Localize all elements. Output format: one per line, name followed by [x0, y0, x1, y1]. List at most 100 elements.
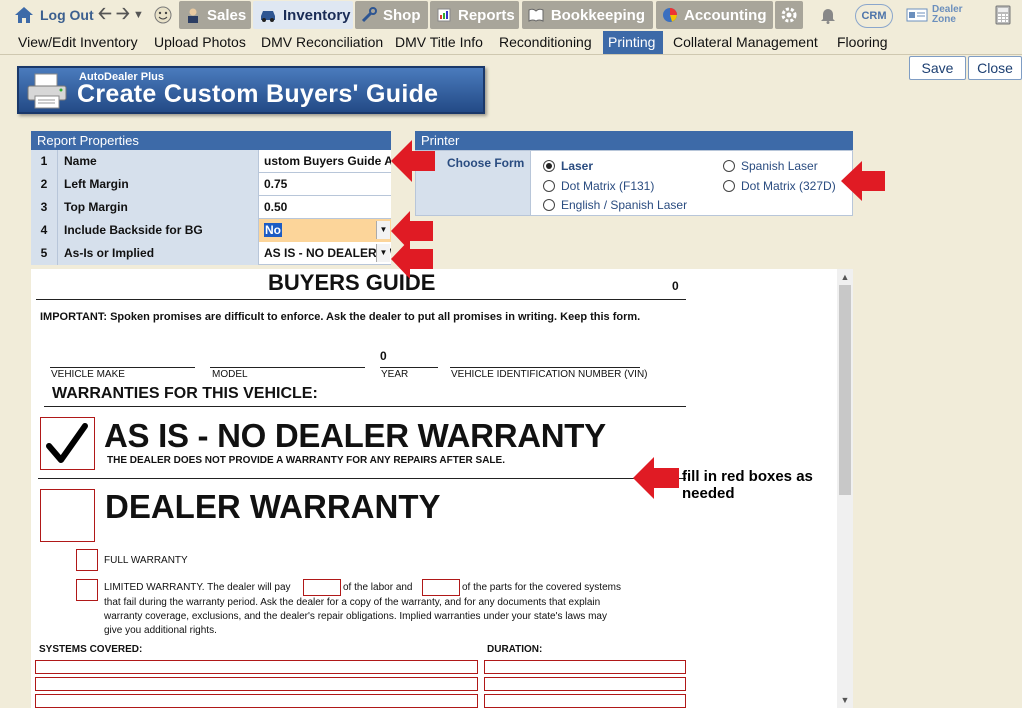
subnav-flooring[interactable]: Flooring — [832, 31, 893, 54]
subnav-collateral-management[interactable]: Collateral Management — [668, 31, 823, 54]
close-button[interactable]: Close — [968, 56, 1022, 80]
left-margin-input[interactable]: 0.75 — [259, 173, 391, 196]
duration-input[interactable] — [484, 694, 686, 708]
checkmark-icon — [46, 423, 88, 463]
as-is-checkbox[interactable] — [40, 417, 95, 470]
tab-accounting[interactable]: Accounting — [656, 1, 773, 29]
prop-row-top-margin: 3 Top Margin 0.50 — [31, 196, 391, 219]
subnav-dmv-title-info[interactable]: DMV Title Info — [390, 31, 488, 54]
selected-value: No — [264, 223, 282, 237]
labor-percent-input[interactable] — [303, 579, 341, 596]
subnav-reconditioning[interactable]: Reconditioning — [494, 31, 597, 54]
radio-dot-matrix-f131[interactable]: Dot Matrix (F131) — [543, 179, 654, 193]
bell-icon[interactable] — [815, 2, 841, 28]
dealer-zone-link[interactable]: Dealer Zone — [906, 2, 963, 28]
wrench-icon — [361, 7, 377, 23]
systems-covered-input[interactable] — [35, 677, 478, 691]
tab-sales-label: Sales — [207, 6, 247, 24]
red-arrow-icon — [841, 161, 885, 201]
prop-row-left-margin: 2 Left Margin 0.75 — [31, 173, 391, 196]
preview-scrollbar[interactable]: ▲ ▼ — [837, 269, 853, 708]
limited-warranty-text-3: of the parts for the covered systems — [462, 582, 621, 593]
tab-bookkeeping[interactable]: Bookkeeping — [522, 1, 653, 29]
annotation-note: fill in red boxes as needed — [682, 468, 813, 502]
limited-warranty-checkbox[interactable] — [76, 579, 98, 601]
printer-panel: Choose Form Laser Dot Matrix (F131) Engl… — [415, 150, 853, 216]
inventory-sub-nav: View/Edit Inventory Upload Photos DMV Re… — [0, 31, 1022, 55]
report-icon — [436, 7, 452, 23]
tab-reports[interactable]: Reports — [430, 1, 519, 29]
tab-inventory-label: Inventory — [283, 6, 351, 24]
important-notice: IMPORTANT: Spoken promises are difficult… — [40, 311, 641, 323]
chevron-down-icon[interactable]: ▼ — [376, 244, 390, 262]
name-input[interactable]: ustom Buyers Guide As-Is — [259, 150, 391, 173]
row-number: 4 — [31, 219, 58, 242]
prop-label-name: Name — [58, 150, 259, 173]
model-line — [210, 367, 365, 368]
radio-label: Spanish Laser — [741, 159, 818, 173]
prop-label-include-backside: Include Backside for BG — [58, 219, 259, 242]
limited-warranty-text-6: give you additional rights. — [104, 625, 217, 636]
tab-sales[interactable]: Sales — [179, 1, 251, 29]
crm-button[interactable]: CRM — [855, 4, 893, 28]
systems-covered-label: SYSTEMS COVERED: — [39, 644, 143, 655]
tab-reports-label: Reports — [458, 6, 515, 24]
radio-dot-matrix-327d[interactable]: Dot Matrix (327D) — [723, 179, 836, 193]
row-number: 1 — [31, 150, 58, 173]
calculator-icon[interactable] — [990, 2, 1016, 28]
red-arrow-icon — [391, 239, 433, 279]
limited-warranty-text-5: warranty coverage, exclusions, and the d… — [104, 611, 607, 622]
chevron-down-icon[interactable]: ▼ — [376, 221, 390, 239]
page-title: Create Custom Buyers' Guide — [77, 80, 439, 108]
radio-dot — [543, 199, 555, 211]
full-warranty-checkbox[interactable] — [76, 549, 98, 571]
top-margin-input[interactable]: 0.50 — [259, 196, 391, 219]
systems-covered-input[interactable] — [35, 660, 478, 674]
limited-warranty-text-4: that fail during the warranty period. As… — [104, 597, 601, 608]
duration-input[interactable] — [484, 677, 686, 691]
red-arrow-icon — [633, 457, 679, 499]
tab-bookkeeping-label: Bookkeeping — [550, 6, 645, 24]
book-icon — [528, 7, 545, 23]
parts-percent-input[interactable] — [422, 579, 460, 596]
include-backside-select[interactable]: No ▼ — [259, 219, 391, 242]
history-dropdown-icon[interactable]: ▼ — [133, 2, 144, 28]
as-is-or-implied-select[interactable]: AS IS - NO DEALER W ▼ — [259, 242, 391, 265]
radio-english-spanish-laser[interactable]: English / Spanish Laser — [543, 198, 687, 212]
as-is-rule — [38, 478, 686, 479]
doc-corner-number: 0 — [672, 279, 679, 293]
tab-inventory[interactable]: Inventory — [253, 1, 353, 29]
choose-form-label: Choose Form — [447, 156, 525, 170]
dealer-warranty-checkbox[interactable] — [40, 489, 95, 542]
subnav-upload-photos[interactable]: Upload Photos — [149, 31, 251, 54]
top-nav-bar: Log Out 🡠 🡢 ▼ Sales Inventory Shop Repor… — [0, 0, 1022, 30]
duration-input[interactable] — [484, 660, 686, 674]
as-is-subtitle: THE DEALER DOES NOT PROVIDE A WARRANTY F… — [107, 455, 505, 466]
subnav-view-edit-inventory[interactable]: View/Edit Inventory — [13, 31, 143, 54]
logout-link[interactable]: Log Out — [14, 2, 94, 28]
back-arrow-icon[interactable]: 🡠 — [98, 2, 112, 28]
dealer-warranty-title: DEALER WARRANTY — [105, 488, 441, 525]
logout-label: Log Out — [40, 7, 94, 23]
subnav-dmv-reconciliation[interactable]: DMV Reconciliation — [256, 31, 388, 54]
year-label: YEAR — [381, 369, 409, 380]
title-rule — [36, 299, 686, 300]
tab-shop[interactable]: Shop — [355, 1, 428, 29]
radio-label: Dot Matrix (327D) — [741, 179, 836, 193]
scroll-down-icon[interactable]: ▼ — [837, 692, 853, 708]
year-line — [380, 367, 438, 368]
car-icon — [259, 7, 277, 23]
systems-covered-input[interactable] — [35, 694, 478, 708]
prop-label-top-margin: Top Margin — [58, 196, 259, 219]
subnav-printing[interactable]: Printing — [603, 31, 663, 54]
radio-spanish-laser[interactable]: Spanish Laser — [723, 159, 818, 173]
user-face-icon[interactable] — [153, 2, 173, 28]
radio-laser[interactable]: Laser — [543, 159, 593, 173]
save-button[interactable]: Save — [909, 56, 966, 80]
tab-accounting-label: Accounting — [684, 6, 767, 24]
forward-arrow-icon[interactable]: 🡢 — [116, 2, 130, 28]
scroll-thumb[interactable] — [839, 285, 851, 495]
settings-gear-icon[interactable] — [775, 1, 803, 29]
buyers-guide-preview[interactable]: BUYERS GUIDE 0 IMPORTANT: Spoken promise… — [31, 269, 853, 708]
scroll-up-icon[interactable]: ▲ — [837, 269, 853, 285]
